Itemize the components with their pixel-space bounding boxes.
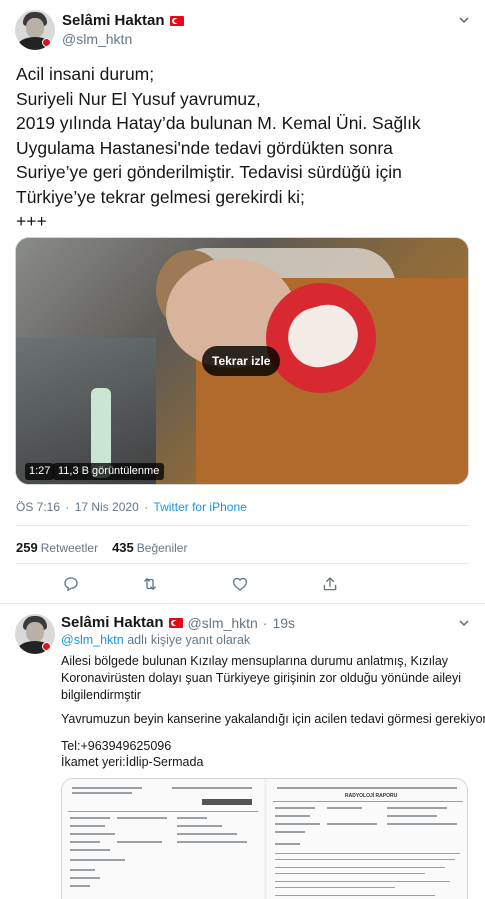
replying-suffix: adlı kişiye yanıt olarak [127, 633, 251, 647]
share-icon[interactable] [321, 575, 341, 595]
attached-images[interactable]: RADYOLOJİ RAPORU [61, 778, 468, 899]
tweet-text: Acil insani durum; Suriyeli Nur El Yusuf… [16, 62, 471, 234]
avatar[interactable] [15, 10, 55, 50]
like-icon[interactable] [231, 575, 251, 595]
author-handle[interactable]: @slm_hktn [62, 31, 132, 47]
reply-text-line: Tel:+963949625096 [61, 739, 172, 753]
avatar[interactable] [15, 614, 55, 654]
author-name-row[interactable]: Selâmi Haktan @slm_hktn · 19s [61, 614, 295, 631]
author-name[interactable]: Selâmi Haktan [61, 614, 164, 631]
likes-label: Beğeniler [136, 541, 188, 555]
tweet-source-link[interactable]: Twitter for iPhone [153, 500, 246, 514]
tweet-timestamp: ÖS 7:16 · 17 Nis 2020 · Twitter for iPho… [16, 500, 247, 514]
reply-tweet[interactable]: Selâmi Haktan @slm_hktn · 19s @slm_hktn … [0, 605, 485, 899]
reply-icon[interactable] [62, 575, 82, 595]
radiology-report-title: RADYOLOJİ RAPORU [345, 793, 398, 799]
main-tweet: Selâmi Haktan @slm_hktn Acil insani duru… [0, 0, 485, 604]
retweets-label: Retweetler [40, 541, 99, 555]
reply-text-line: bilgilendirmştir [61, 688, 141, 702]
tweet-actions [0, 575, 485, 595]
turkey-flag-icon [169, 15, 184, 26]
retweet-icon[interactable] [141, 575, 161, 595]
author-name[interactable]: Selâmi Haktan [62, 12, 165, 29]
tweet-text-line: +++ [16, 211, 47, 231]
tweet-stats: 259 Retweetler 435 Beğeniler [16, 540, 187, 555]
tweet-text-line: Suriye’ye geri gönderilmiştir. Tedavisi … [16, 162, 402, 182]
document-image-left[interactable] [62, 779, 264, 899]
replying-to: @slm_hktn adlı kişiye yanıt olarak [61, 633, 250, 647]
chevron-down-icon[interactable] [458, 14, 470, 29]
divider [16, 563, 469, 564]
reply-text-line: Koronavirüsten dolayı şuan Türkiyeye gir… [61, 671, 461, 685]
tweet-text-line: Türkiye’ye tekrar gelmesi gerekirdi ki; [16, 186, 305, 207]
tweet-text-line: Uygulama Hastanesi'nde tedavi gördükten … [16, 137, 393, 158]
reply-text-line: Yavrumuzun beyin kanserine yakalandığı i… [61, 712, 485, 726]
replay-button[interactable]: Tekrar izle [202, 346, 281, 376]
likes-stat[interactable]: 435 Beğeniler [112, 540, 188, 555]
author-handle[interactable]: @slm_hktn [188, 615, 258, 631]
tweet-text-line: 2019 yılında Hatay’da bulunan M. Kemal Ü… [16, 113, 421, 133]
like-count: 435 [112, 540, 134, 555]
chevron-down-icon[interactable] [458, 617, 470, 632]
reply-text-line: Ailesi bölgede bulunan Kızılay mensuplar… [61, 654, 449, 668]
reply-text-line: İkamet yeri:İdlip-Sermada [61, 755, 204, 769]
replying-mention[interactable]: @slm_hktn [61, 633, 124, 647]
tweet-text-line: Suriyeli Nur El Yusuf yavrumuz, [16, 88, 261, 109]
tweet-date[interactable]: 17 Nis 2020 [75, 500, 139, 514]
divider [16, 525, 469, 526]
tweet-time-ago[interactable]: 19s [272, 615, 295, 631]
retweets-stat[interactable]: 259 Retweetler [16, 540, 99, 555]
document-image-right[interactable]: RADYOLOJİ RAPORU [267, 779, 467, 899]
author-name-row[interactable]: Selâmi Haktan [62, 12, 184, 29]
tweet-time[interactable]: ÖS 7:16 [16, 500, 60, 514]
tweet-text-line: Acil insani durum; [16, 64, 155, 84]
turkey-flag-icon [168, 617, 183, 628]
video-duration: 1:27 [25, 463, 55, 480]
separator-dot: · [262, 614, 268, 631]
video-views: 11,3 B görüntülenme [53, 463, 165, 480]
retweet-count: 259 [16, 540, 38, 555]
